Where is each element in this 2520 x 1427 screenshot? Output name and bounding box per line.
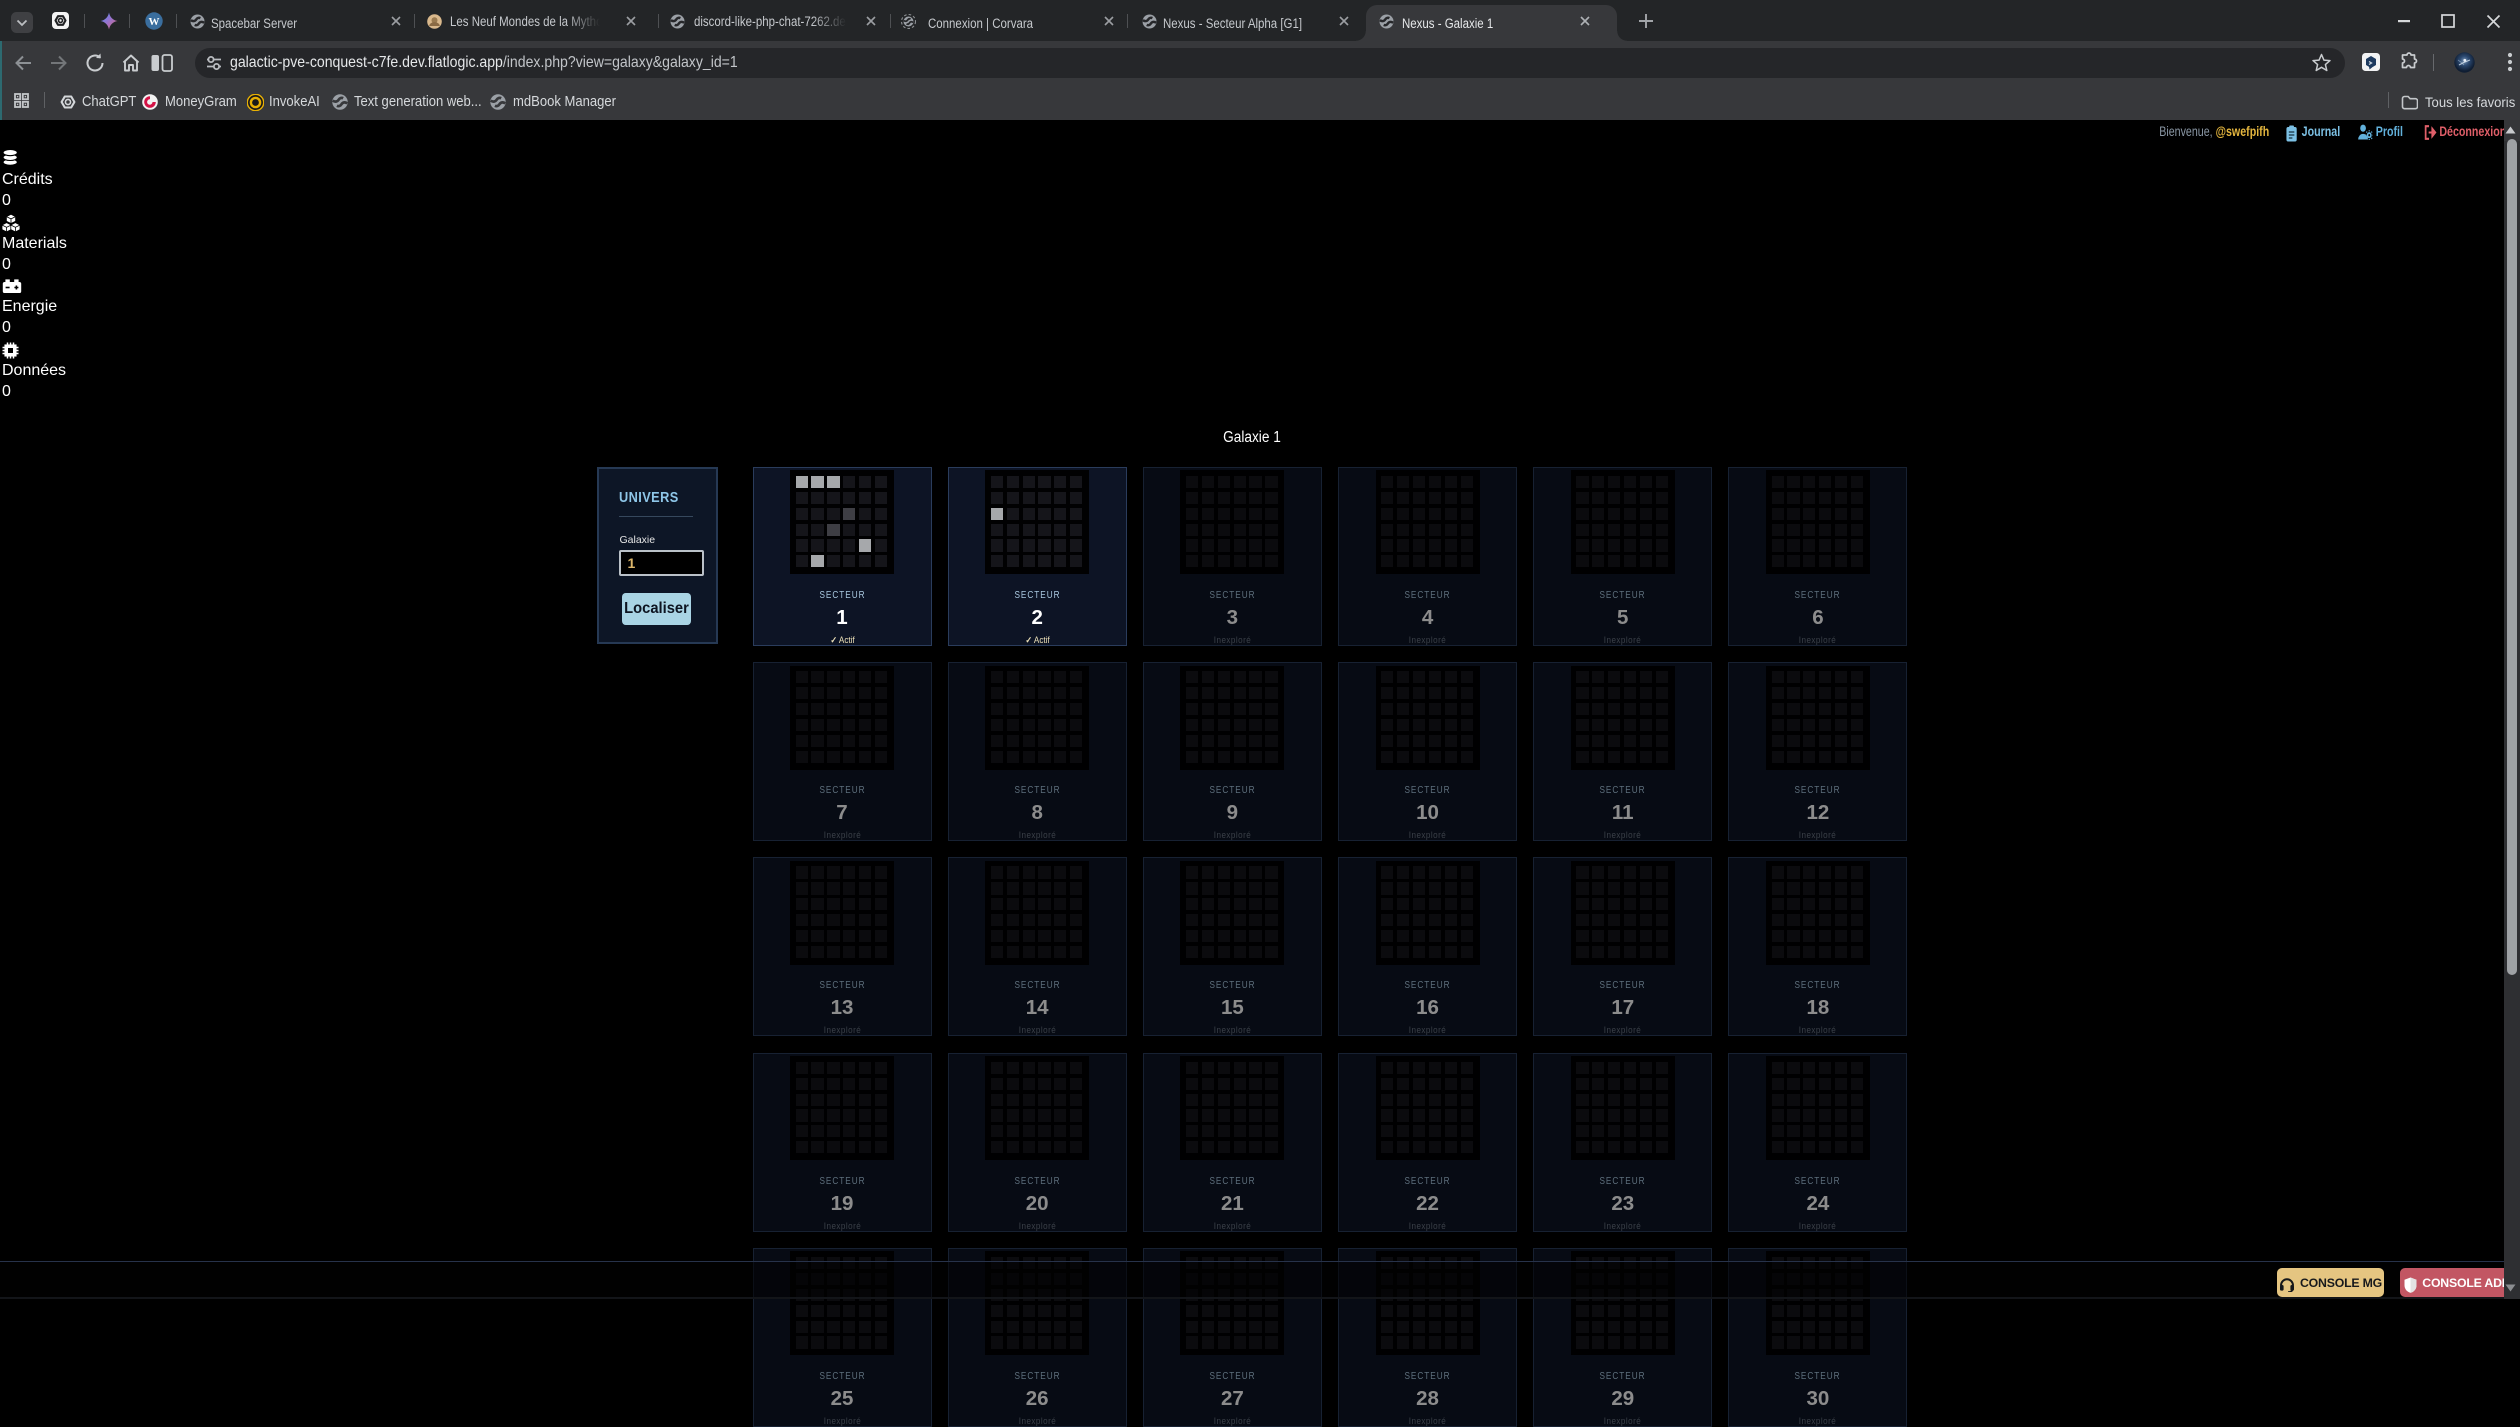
svg-text:W: W [149, 16, 160, 28]
